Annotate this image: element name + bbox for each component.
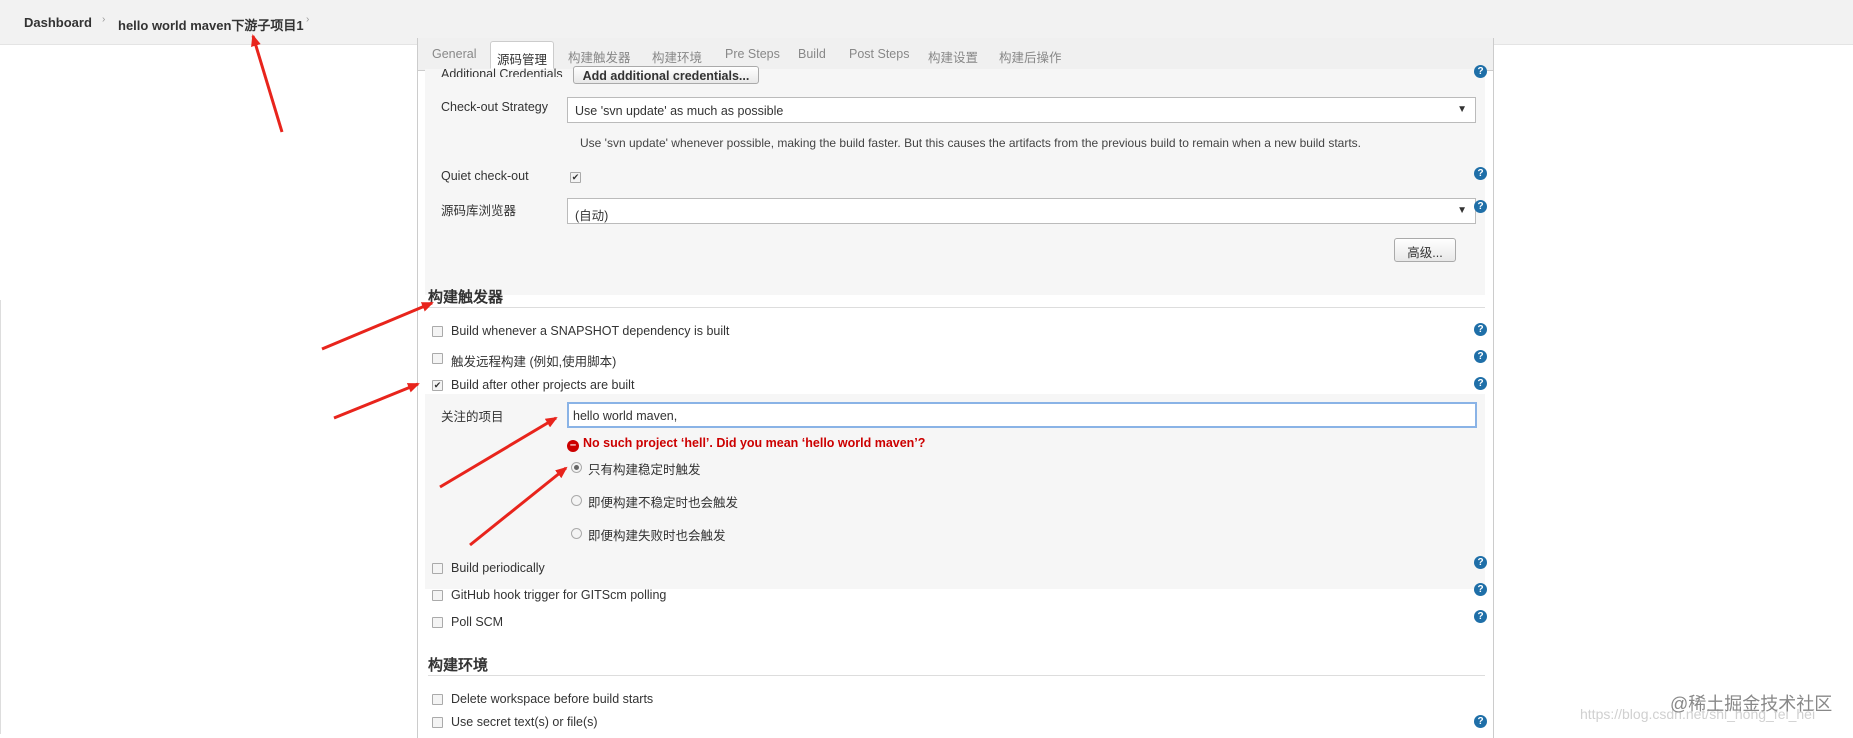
annotation-arrow [321, 301, 434, 351]
annotation-arrow [251, 34, 284, 133]
annotation-arrow [333, 382, 420, 420]
watermark-brand: @稀土掘金技术社区 [1670, 694, 1833, 714]
annotation-arrow [469, 466, 568, 547]
annotation-arrows [251, 34, 568, 547]
annotation-arrow [439, 416, 558, 489]
